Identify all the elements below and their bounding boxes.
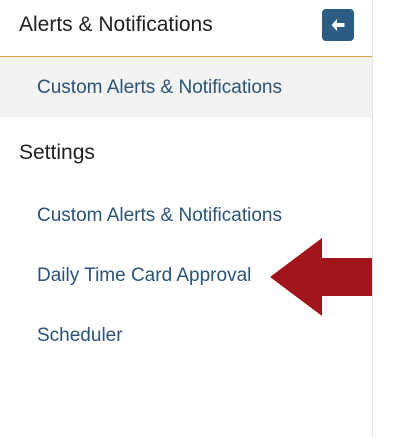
sidebar-panel: Alerts & Notifications Custom Alerts & N… <box>0 0 373 437</box>
nav-item-custom-alerts-active[interactable]: Custom Alerts & Notifications <box>0 57 372 117</box>
arrow-left-icon <box>331 19 345 31</box>
panel-title: Alerts & Notifications <box>19 13 213 36</box>
settings-item-scheduler[interactable]: Scheduler <box>0 316 372 356</box>
settings-item-label: Daily Time Card Approval <box>37 265 252 286</box>
settings-section-title: Settings <box>19 141 95 164</box>
collapse-panel-button[interactable] <box>322 9 354 41</box>
settings-item-label: Custom Alerts & Notifications <box>37 205 282 226</box>
settings-item-label: Scheduler <box>37 325 123 346</box>
nav-item-label: Custom Alerts & Notifications <box>37 77 282 98</box>
pointer-arrow-icon <box>270 238 372 316</box>
panel-header: Alerts & Notifications <box>0 0 372 57</box>
settings-item-custom-alerts[interactable]: Custom Alerts & Notifications <box>0 196 372 236</box>
page: Alerts & Notifications Custom Alerts & N… <box>0 0 408 437</box>
